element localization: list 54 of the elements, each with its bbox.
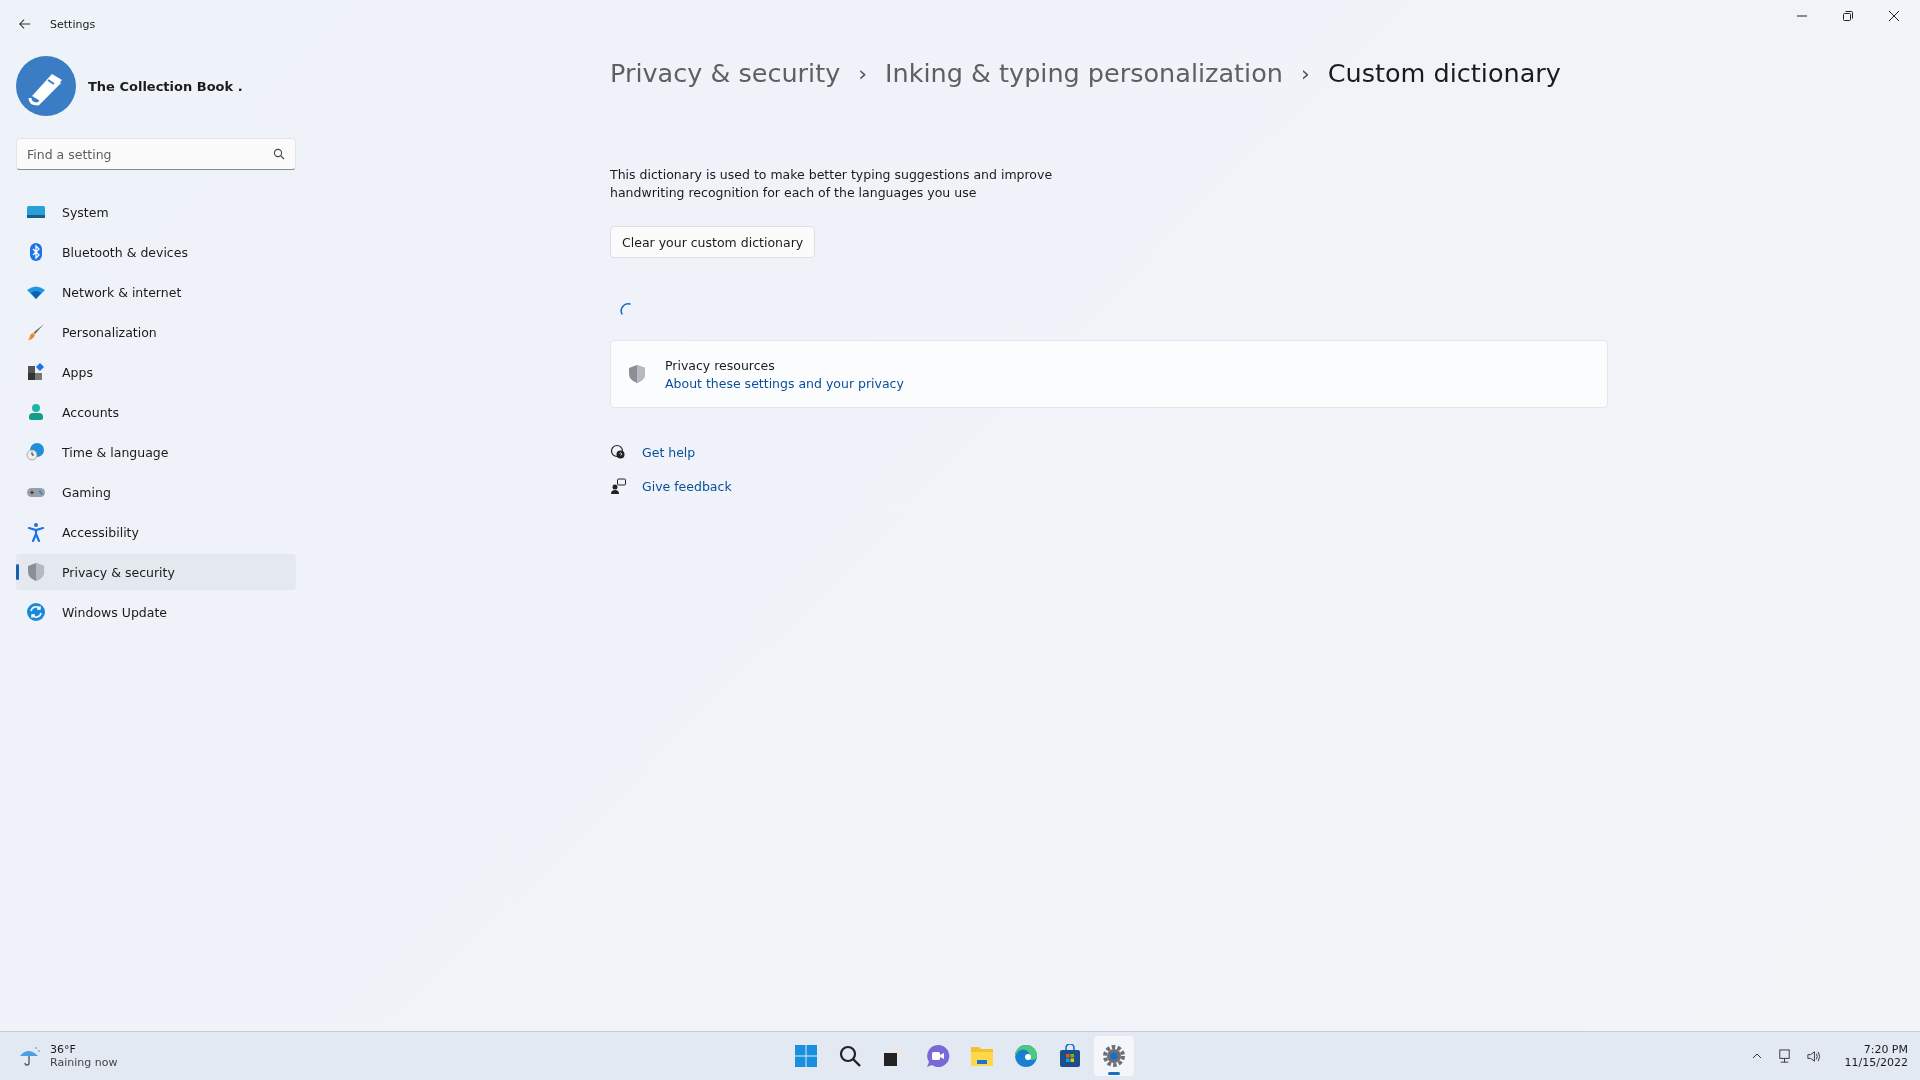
- accessibility-icon: [26, 522, 46, 542]
- search-field[interactable]: Find a setting: [16, 138, 296, 170]
- breadcrumb-separator: ›: [1300, 60, 1310, 86]
- help-link[interactable]: Get help: [642, 444, 696, 460]
- breadcrumb-link[interactable]: Privacy & security: [610, 58, 841, 88]
- gear-icon[interactable]: [1102, 1044, 1126, 1068]
- search-icon[interactable]: [838, 1044, 862, 1068]
- globe-clock-icon: [26, 442, 46, 462]
- clock-time[interactable]: 7:20 PM: [1863, 1043, 1908, 1056]
- sidebar-item[interactable]: Privacy & security: [16, 554, 296, 590]
- rain-umbrella-icon: [18, 1044, 42, 1068]
- clear-dictionary-button[interactable]: Clear your custom dictionary: [610, 226, 816, 258]
- sidebar-item[interactable]: Network & internet: [16, 274, 296, 310]
- sidebar-item[interactable]: Windows Update: [16, 594, 296, 630]
- clock-date[interactable]: 11/15/2022: [1844, 1056, 1908, 1069]
- back-icon[interactable]: [18, 17, 32, 31]
- temperature: 36°F: [50, 1043, 77, 1056]
- help-link[interactable]: Give feedback: [642, 478, 732, 494]
- video-chat-icon[interactable]: [926, 1044, 950, 1068]
- shield-icon: [26, 562, 46, 582]
- sidebar-item[interactable]: Gaming: [16, 474, 296, 510]
- sidebar-item[interactable]: Time & language: [16, 434, 296, 470]
- folder-icon[interactable]: [970, 1044, 994, 1068]
- sidebar-item[interactable]: Accessibility: [16, 514, 296, 550]
- search-icon: [273, 148, 285, 160]
- card-title: Privacy resources: [665, 357, 776, 373]
- windows-start-icon[interactable]: [794, 1044, 818, 1068]
- sidebar-item[interactable]: System: [16, 194, 296, 230]
- task-view-icon[interactable]: [882, 1044, 906, 1068]
- shield-icon: [627, 364, 647, 384]
- restore-icon[interactable]: [1842, 10, 1854, 22]
- window-title: Settings: [50, 17, 96, 31]
- breadcrumb-separator: ›: [858, 60, 868, 86]
- account-name: The Collection Book .: [88, 78, 243, 94]
- brush-icon: [26, 322, 46, 342]
- sidebar-item[interactable]: Bluetooth & devices: [16, 234, 296, 270]
- refresh-icon: [26, 602, 46, 622]
- feedback-icon: [610, 478, 626, 494]
- apps-icon: [26, 362, 46, 382]
- privacy-link[interactable]: About these settings and your privacy: [665, 375, 904, 391]
- person-icon: [26, 402, 46, 422]
- store-bag-icon[interactable]: [1058, 1044, 1082, 1068]
- network-icon[interactable]: [1776, 1048, 1792, 1064]
- sidebar-item[interactable]: Accounts: [16, 394, 296, 430]
- description-text: This dictionary is used to make better typing suggestions and improve handwriting recognition for each of the languages you use: [610, 166, 1054, 202]
- breadcrumb-link[interactable]: Inking & typing personalization: [885, 58, 1283, 88]
- weather-condition: Raining now: [50, 1056, 118, 1069]
- close-icon[interactable]: [1888, 10, 1900, 22]
- page-title: Custom dictionary: [1327, 58, 1561, 88]
- sidebar-item[interactable]: Apps: [16, 354, 296, 390]
- speaker-icon[interactable]: [1805, 1048, 1821, 1064]
- help-icon: [610, 444, 626, 460]
- browser-icon[interactable]: [1014, 1044, 1038, 1068]
- sidebar-item[interactable]: Personalization: [16, 314, 296, 350]
